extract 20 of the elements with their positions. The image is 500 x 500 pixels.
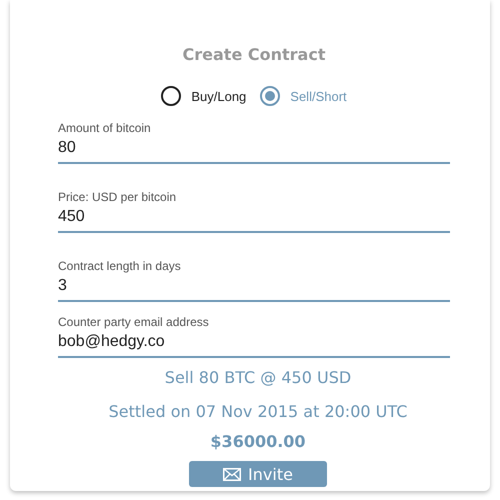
envelope-icon [223,468,242,480]
radio-button[interactable] [260,86,280,106]
field-label: Price: USD per bitcoin [58,189,178,205]
field-value: 80 [58,138,77,158]
text-field[interactable]: Amount of bitcoin 80 [58,116,450,164]
text-field[interactable]: Counter party email address bob@hedgy.co [58,310,450,358]
total-amount: $36000.00 [209,431,307,453]
field-label: Counter party email address [58,314,210,330]
radio-button[interactable] [161,86,182,106]
field-value: 3 [58,276,68,296]
field-label: Contract length in days [58,258,182,274]
field-value: 450 [58,207,86,227]
text-field[interactable]: Price: USD per bitcoin 450 [58,185,450,233]
field-value: bob@hedgy.co [58,332,166,352]
form-title: Create Contract [182,44,326,66]
text-field[interactable]: Contract length in days 3 [58,254,450,302]
field-label: Amount of bitcoin [58,120,152,136]
radio-label[interactable]: Buy/Long [191,88,246,104]
trade-summary: Sell 80 BTC @ 450 USD [164,367,352,389]
settlement-text: Settled on 07 Nov 2015 at 20:00 UTC [108,401,408,423]
